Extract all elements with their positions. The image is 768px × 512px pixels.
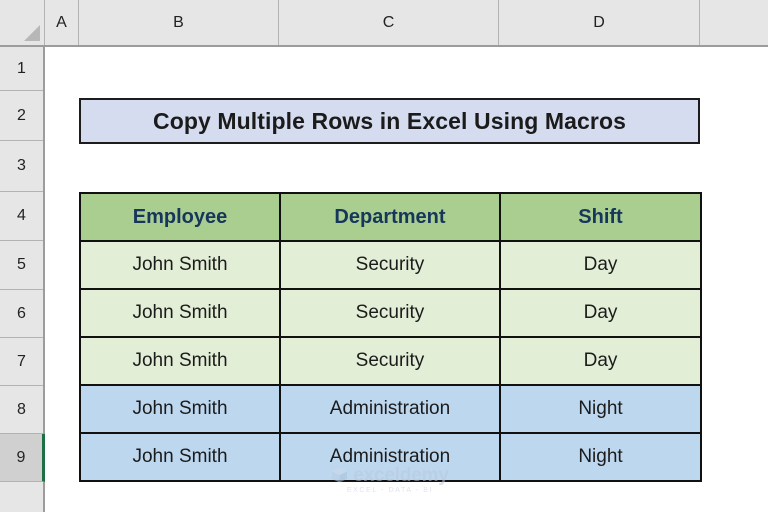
- table-header-row: Employee Department Shift: [79, 192, 702, 242]
- row-header-2-label: 2: [17, 106, 26, 124]
- row-header-4-label: 4: [17, 207, 26, 224]
- column-header-strip: A B C D: [0, 0, 768, 47]
- cell-department[interactable]: Security: [279, 288, 501, 338]
- column-header-a[interactable]: A: [45, 0, 79, 45]
- cell-department-value: Security: [355, 254, 425, 275]
- row-header-5[interactable]: 5: [0, 241, 43, 290]
- cell-employee[interactable]: John Smith: [79, 240, 281, 290]
- cell-shift[interactable]: Night: [499, 432, 702, 482]
- row-header-9-label: 9: [16, 448, 26, 466]
- table-row: John Smith Administration Night: [79, 384, 702, 434]
- table-header-employee[interactable]: Employee: [79, 192, 281, 242]
- select-all-triangle-icon: [24, 25, 40, 41]
- cell-department-value: Administration: [329, 398, 451, 419]
- row-header-2[interactable]: 2: [0, 91, 43, 141]
- cell-shift-value: Day: [583, 302, 618, 323]
- column-header-c-label: C: [382, 13, 395, 31]
- cell-department-value: Security: [355, 350, 425, 371]
- column-header-d[interactable]: D: [499, 0, 700, 45]
- cell-employee-value: John Smith: [132, 302, 228, 323]
- cell-shift[interactable]: Day: [499, 240, 702, 290]
- table-header-department[interactable]: Department: [279, 192, 501, 242]
- table-row: John Smith Security Day: [79, 288, 702, 338]
- table-row: John Smith Security Day: [79, 240, 702, 290]
- title-banner-cell[interactable]: Copy Multiple Rows in Excel Using Macros: [79, 98, 700, 144]
- table-row: John Smith Administration Night: [79, 432, 702, 482]
- column-header-e[interactable]: [700, 0, 768, 45]
- cell-department[interactable]: Security: [279, 240, 501, 290]
- table-header-shift-label: Shift: [578, 205, 623, 228]
- table-row: John Smith Security Day: [79, 336, 702, 386]
- table-header-department-label: Department: [334, 205, 446, 228]
- cell-shift-value: Night: [578, 446, 623, 467]
- column-header-a-label: A: [56, 13, 67, 31]
- row-header-3[interactable]: 3: [0, 141, 43, 192]
- row-header-7-label: 7: [17, 352, 26, 370]
- cell-shift-value: Night: [578, 398, 623, 419]
- column-header-c[interactable]: C: [279, 0, 499, 45]
- row-header-4[interactable]: 4: [0, 192, 43, 241]
- select-all-button[interactable]: [0, 0, 45, 45]
- column-header-d-label: D: [593, 13, 605, 31]
- employee-shift-table: Employee Department Shift John Smith Sec…: [79, 192, 702, 482]
- cell-employee-value: John Smith: [132, 398, 228, 419]
- cell-department-value: Administration: [329, 446, 451, 467]
- row-header-3-label: 3: [17, 157, 26, 174]
- cell-employee[interactable]: John Smith: [79, 384, 281, 434]
- cell-employee[interactable]: John Smith: [79, 432, 281, 482]
- cell-department[interactable]: Administration: [279, 384, 501, 434]
- cell-department[interactable]: Administration: [279, 432, 501, 482]
- cell-shift[interactable]: Day: [499, 288, 702, 338]
- row-header-9[interactable]: 9: [0, 434, 45, 482]
- row-header-5-label: 5: [17, 256, 26, 273]
- row-header-8[interactable]: 8: [0, 386, 43, 434]
- cell-employee-value: John Smith: [132, 254, 228, 275]
- cell-shift-value: Day: [583, 254, 618, 275]
- cell-employee[interactable]: John Smith: [79, 336, 281, 386]
- cell-shift[interactable]: Night: [499, 384, 702, 434]
- row-header-1[interactable]: 1: [0, 47, 43, 91]
- row-header-7[interactable]: 7: [0, 338, 43, 386]
- row-header-6-label: 6: [17, 304, 26, 322]
- cell-employee[interactable]: John Smith: [79, 288, 281, 338]
- row-header-8-label: 8: [17, 400, 26, 418]
- cell-department-value: Security: [355, 302, 425, 323]
- column-header-b[interactable]: B: [79, 0, 279, 45]
- table-header-employee-label: Employee: [132, 205, 228, 228]
- cell-shift[interactable]: Day: [499, 336, 702, 386]
- row-header-strip: 1 2 3 4 5 6 7 8 9: [0, 47, 45, 512]
- column-header-b-label: B: [173, 13, 184, 31]
- cell-employee-value: John Smith: [132, 350, 228, 371]
- cell-employee-value: John Smith: [132, 446, 228, 467]
- spreadsheet-grid: A B C D 1 2 3 4 5 6 7 8 9 Copy Multiple …: [0, 0, 768, 512]
- cell-shift-value: Day: [583, 350, 618, 371]
- row-header-1-label: 1: [17, 59, 26, 77]
- row-header-6[interactable]: 6: [0, 290, 43, 338]
- page-title: Copy Multiple Rows in Excel Using Macros: [152, 107, 627, 134]
- cell-department[interactable]: Security: [279, 336, 501, 386]
- table-header-shift[interactable]: Shift: [499, 192, 702, 242]
